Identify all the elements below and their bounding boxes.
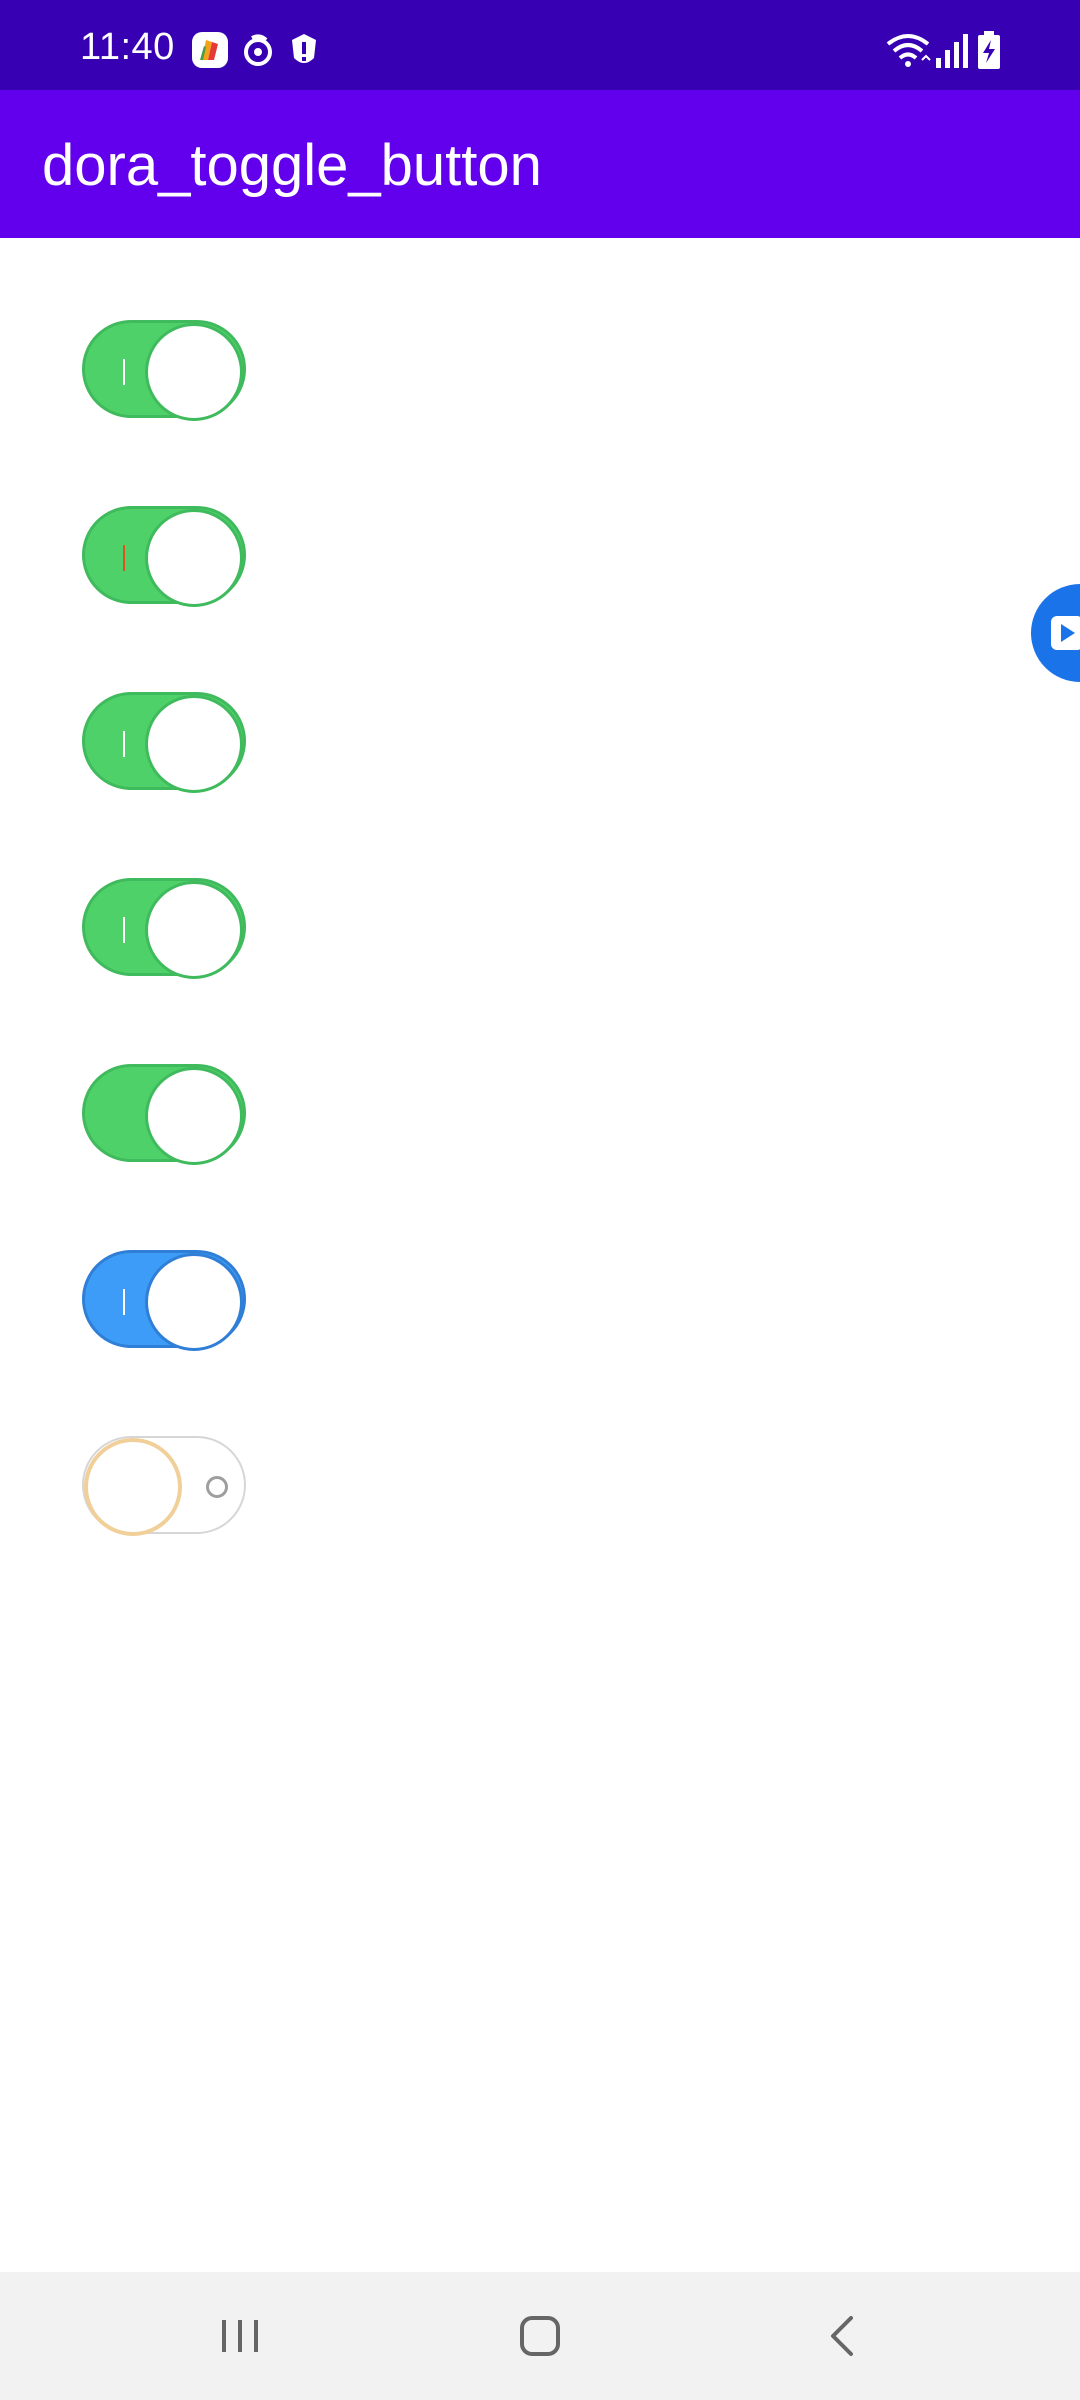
battery-charging-icon bbox=[976, 30, 1002, 70]
toggle-knob bbox=[145, 695, 243, 793]
toggle-button-2[interactable] bbox=[82, 506, 246, 607]
status-bar: 11:40 bbox=[0, 0, 1080, 90]
on-indicator bbox=[123, 731, 125, 757]
home-icon[interactable] bbox=[510, 2306, 570, 2366]
app-title: dora_toggle_button bbox=[42, 133, 542, 198]
app-notification-icon bbox=[190, 30, 230, 70]
floating-play-button[interactable] bbox=[1031, 584, 1080, 682]
wifi-icon bbox=[884, 30, 932, 70]
on-indicator bbox=[123, 1289, 125, 1315]
toggle-button-4[interactable] bbox=[82, 878, 246, 979]
on-indicator bbox=[123, 359, 125, 385]
toggle-list bbox=[0, 238, 1080, 2272]
back-icon[interactable] bbox=[815, 2306, 875, 2366]
app-bar: dora_toggle_button bbox=[0, 90, 1080, 238]
play-icon bbox=[1051, 616, 1080, 650]
toggle-button-5[interactable] bbox=[82, 1064, 246, 1165]
toggle-button-7[interactable] bbox=[82, 1436, 246, 1536]
on-indicator bbox=[123, 917, 125, 943]
toggle-knob bbox=[145, 323, 243, 421]
toggle-button-1[interactable] bbox=[82, 320, 246, 421]
signal-icon bbox=[934, 30, 970, 70]
toggle-button-3[interactable] bbox=[82, 692, 246, 793]
toggle-knob bbox=[145, 509, 243, 607]
shield-icon bbox=[288, 30, 320, 70]
toggle-knob bbox=[145, 1253, 243, 1351]
off-indicator bbox=[206, 1476, 228, 1498]
status-time: 11:40 bbox=[80, 26, 175, 68]
toggle-knob bbox=[84, 1438, 182, 1536]
toggle-knob bbox=[145, 1067, 243, 1165]
navigation-bar bbox=[0, 2272, 1080, 2400]
on-indicator bbox=[123, 545, 125, 571]
recent-apps-icon[interactable] bbox=[210, 2306, 270, 2366]
sync-icon bbox=[238, 30, 278, 70]
toggle-button-6[interactable] bbox=[82, 1250, 246, 1351]
toggle-knob bbox=[145, 881, 243, 979]
